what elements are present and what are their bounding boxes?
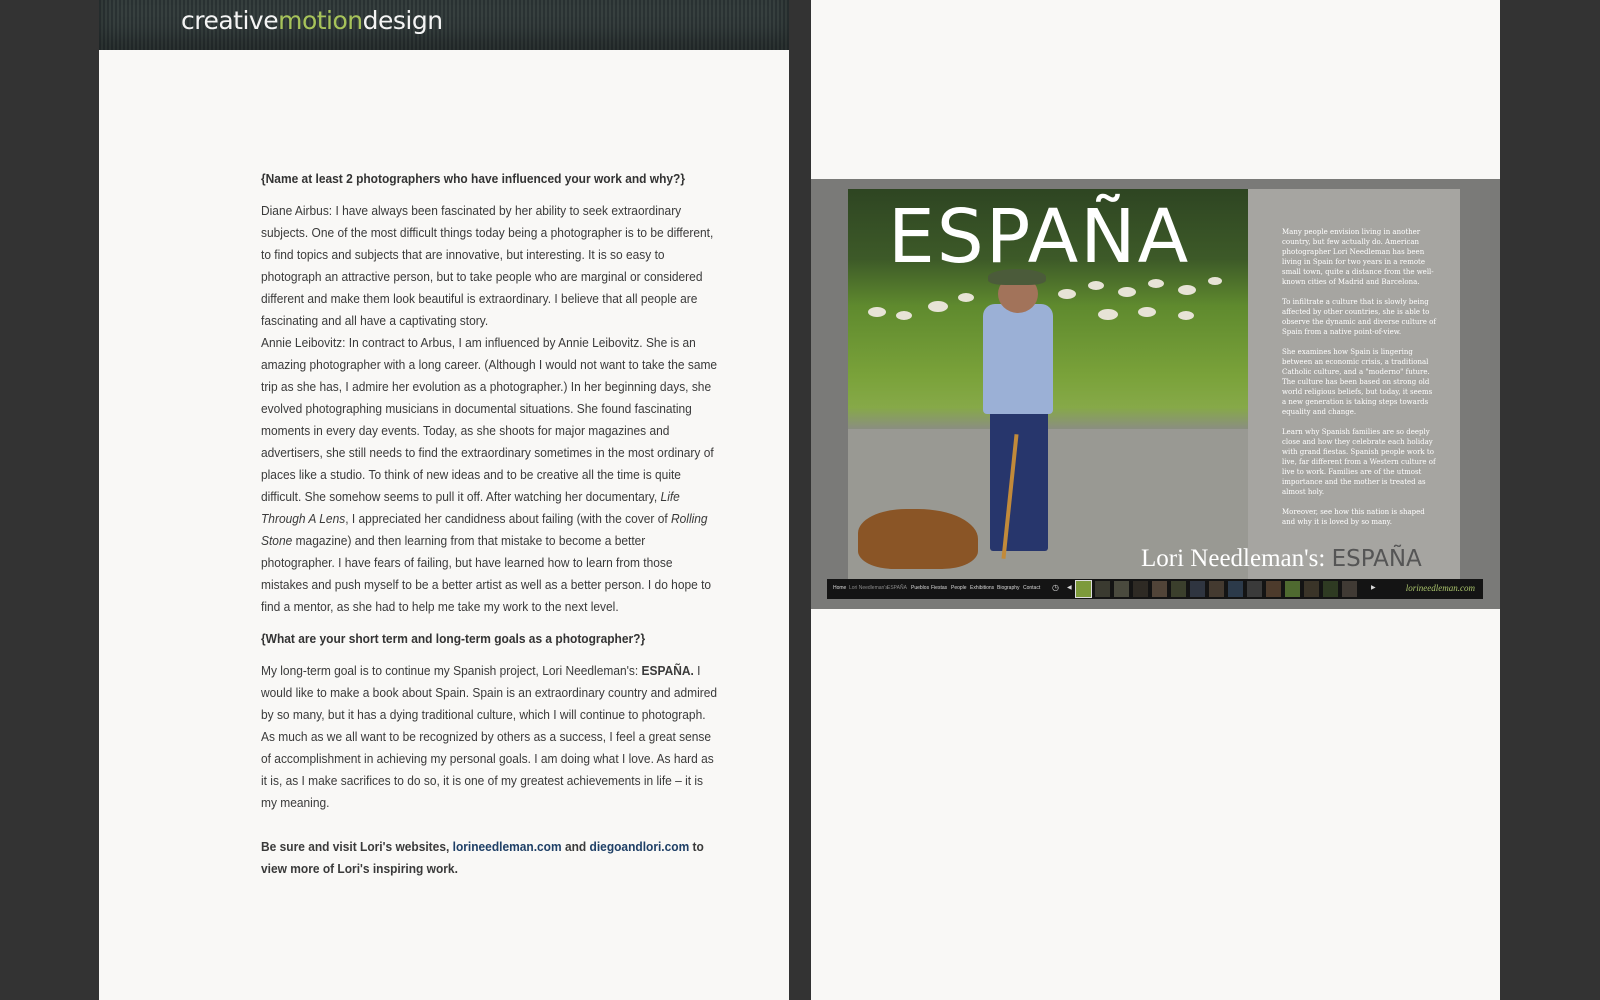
description-panel: Many people envision living in another c… <box>1248 189 1460 579</box>
article-content: {Name at least 2 photographers who have … <box>261 168 721 880</box>
sheep <box>1178 285 1196 295</box>
closing-text: Be sure and visit Lori's websites, <box>261 839 453 854</box>
photo-caption: Lori Needleman's: ESPAÑA <box>1141 545 1422 573</box>
logo-text-design: design <box>362 6 443 35</box>
nav-lori-needleman[interactable]: Lori Needleman's <box>849 585 888 591</box>
sheep <box>928 301 948 312</box>
thumbnail[interactable] <box>1304 581 1319 597</box>
clock-icon[interactable]: ◷ <box>1052 583 1059 592</box>
nav-pueblos[interactable]: Pueblos <box>911 585 929 591</box>
sheep <box>958 293 974 302</box>
answer-paragraph-3: My long-term goal is to continue my Span… <box>261 660 721 814</box>
description-paragraph: To infiltrate a culture that is slowly b… <box>1282 298 1436 336</box>
nav-biography[interactable]: Biography <box>997 585 1020 591</box>
thumbnail[interactable] <box>1247 581 1262 597</box>
next-arrow-icon[interactable]: ▶ <box>1371 584 1376 591</box>
sheep <box>1098 309 1118 320</box>
thumbnail[interactable] <box>1190 581 1205 597</box>
project-title: ESPAÑA. <box>641 663 694 678</box>
closing-text: and <box>561 839 590 854</box>
sheep <box>1178 311 1194 320</box>
nav-contact[interactable]: Contact <box>1023 585 1040 591</box>
shepherd-photo: ESPAÑA <box>848 189 1248 579</box>
sheep <box>1138 307 1156 317</box>
paragraph-text: magazine) and then learning from that mi… <box>261 533 712 614</box>
thumbnail[interactable] <box>1095 581 1110 597</box>
prev-arrow-icon[interactable]: ◀ <box>1067 584 1072 591</box>
site-header: creativemotiondesign <box>99 0 789 50</box>
thumbnail[interactable] <box>1114 581 1129 597</box>
sheep <box>1088 281 1104 290</box>
paragraph-text: I would like to make a book about Spain.… <box>261 663 718 810</box>
espana-title: ESPAÑA <box>888 194 1191 280</box>
article-page: creativemotiondesign {Name at least 2 ph… <box>99 0 789 1000</box>
answer-paragraph-2: Annie Leibovitz: In contract to Arbus, I… <box>261 332 721 618</box>
sheep <box>1058 289 1076 299</box>
question-1: {Name at least 2 photographers who have … <box>261 171 686 186</box>
sheep <box>1148 279 1164 288</box>
thumbnail[interactable] <box>1209 581 1224 597</box>
answer-paragraph-1: Diane Airbus: I have always been fascina… <box>261 200 721 332</box>
nav-espana[interactable]: ESPAÑA <box>887 585 907 591</box>
gallery-navbar: Home Lori Needleman's ESPAÑA Pueblos Fie… <box>827 579 1483 599</box>
paragraph-text: My long-term goal is to continue my Span… <box>261 663 642 678</box>
logo-text-motion: motion <box>278 6 363 35</box>
caption-name: Lori Needleman's: <box>1141 545 1326 572</box>
shepherd-legs <box>990 411 1048 551</box>
nav-exhibitions[interactable]: Exhibitions <box>970 585 994 591</box>
description-paragraph: Moreover, see how this nation is shaped … <box>1282 508 1425 526</box>
description-paragraph: She examines how Spain is lingering betw… <box>1282 348 1433 416</box>
sheep <box>896 311 912 320</box>
question-2: {What are your short term and long-term … <box>261 631 646 646</box>
sheep <box>868 307 886 317</box>
nav-home[interactable]: Home <box>833 585 846 591</box>
thumbnail[interactable] <box>1171 581 1186 597</box>
sheep <box>1208 277 1222 285</box>
dog <box>858 509 978 569</box>
thumbnail[interactable] <box>1285 581 1300 597</box>
nav-people[interactable]: People <box>951 585 967 591</box>
paragraph-text: Annie Leibovitz: In contract to Arbus, I… <box>261 335 718 504</box>
thumbnail[interactable] <box>1075 580 1092 598</box>
closing-paragraph: Be sure and visit Lori's websites, lorin… <box>261 836 721 880</box>
description-paragraph: Many people envision living in another c… <box>1282 228 1434 286</box>
caption-title: ESPAÑA <box>1331 546 1422 572</box>
nav-fiestas[interactable]: Fiestas <box>931 585 947 591</box>
thumbnail[interactable] <box>1228 581 1243 597</box>
thumbnail[interactable] <box>1323 581 1338 597</box>
diegoandlori-link[interactable]: diegoandlori.com <box>590 839 690 854</box>
shepherd-body <box>983 304 1053 414</box>
lorineedleman-link[interactable]: lorineedleman.com <box>453 839 562 854</box>
image-page: ESPAÑA Many people envision living in an… <box>811 0 1500 1000</box>
thumbnail[interactable] <box>1266 581 1281 597</box>
paragraph-text: , I appreciated her candidness about fai… <box>345 511 672 526</box>
site-logo[interactable]: creativemotiondesign <box>181 6 443 35</box>
sheep <box>1118 287 1136 297</box>
site-name[interactable]: lorineedleman.com <box>1406 583 1475 593</box>
description-paragraph: Learn why Spanish families are so deeply… <box>1282 428 1436 496</box>
thumbnail[interactable] <box>1133 581 1148 597</box>
thumbnail[interactable] <box>1152 581 1167 597</box>
description-text: Many people envision living in another c… <box>1282 227 1437 537</box>
thumbnail[interactable] <box>1342 581 1357 597</box>
website-screenshot: ESPAÑA Many people envision living in an… <box>811 179 1500 609</box>
logo-text-creative: creative <box>181 6 279 35</box>
paragraph-text: Diane Airbus: I have always been fascina… <box>261 203 714 328</box>
